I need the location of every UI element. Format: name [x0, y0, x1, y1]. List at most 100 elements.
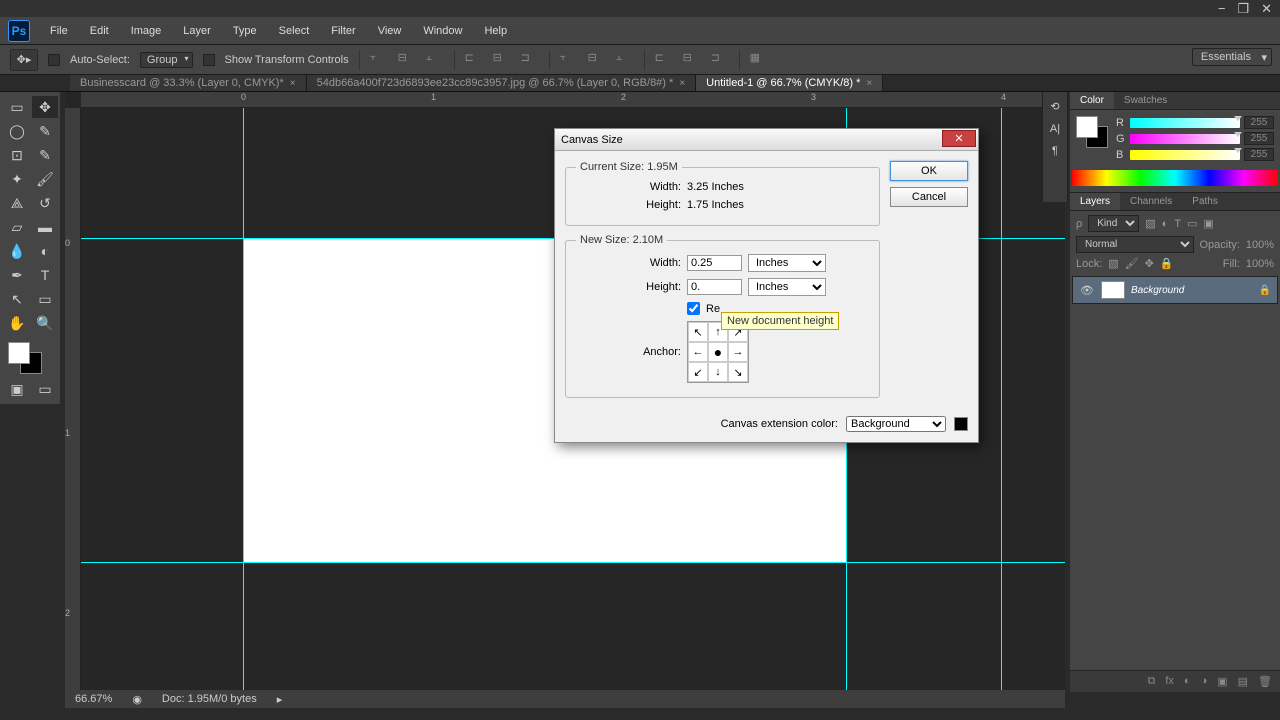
menu-image[interactable]: Image	[121, 21, 172, 41]
ruler-horizontal[interactable]: 0 1 2 3 4	[81, 92, 1065, 108]
screenmode-tool[interactable]: ▭	[32, 378, 58, 400]
tab-color[interactable]: Color	[1070, 92, 1114, 109]
width-unit-select[interactable]: Inches	[748, 254, 826, 272]
zoom-tool[interactable]: 🔍	[32, 312, 58, 334]
marquee-tool[interactable]: ▭	[4, 96, 30, 118]
minimize-icon[interactable]: −	[1218, 1, 1226, 16]
paragraph-icon[interactable]: ¶	[1052, 145, 1058, 157]
exposure-icon[interactable]: ◉	[132, 693, 142, 706]
anchor-sw[interactable]: ↙	[688, 362, 708, 382]
close-icon[interactable]: ×	[290, 78, 296, 89]
filter-smart-icon[interactable]: ▣	[1203, 217, 1213, 230]
layer-kind-filter[interactable]: Kind	[1088, 215, 1139, 232]
close-icon[interactable]: ×	[679, 78, 685, 89]
guide-vertical[interactable]	[1001, 108, 1002, 692]
shape-tool[interactable]: ▭	[32, 288, 58, 310]
lasso-tool[interactable]: ◯	[4, 120, 30, 142]
info-arrow-icon[interactable]: ▸	[277, 693, 283, 706]
fill-value[interactable]: 100%	[1246, 258, 1274, 270]
filter-shape-icon[interactable]: ▭	[1187, 217, 1197, 230]
stamp-tool[interactable]: ⟁	[4, 192, 30, 214]
eraser-tool[interactable]: ▱	[4, 216, 30, 238]
type-tool[interactable]: T	[32, 264, 58, 286]
width-input[interactable]	[687, 255, 742, 271]
adjustment-icon[interactable]: ◑	[1201, 675, 1208, 688]
color-swatches[interactable]	[4, 340, 58, 376]
tab-untitled[interactable]: Untitled-1 @ 66.7% (CMYK/8) *×	[696, 75, 883, 91]
distribute-right-icon[interactable]: ⊐	[711, 51, 729, 69]
link-layers-icon[interactable]: ⧉	[1147, 675, 1155, 688]
tab-paths[interactable]: Paths	[1182, 193, 1228, 210]
foreground-color[interactable]	[8, 342, 30, 364]
workspace-switcher[interactable]: Essentials	[1192, 48, 1272, 66]
hand-tool[interactable]: ✋	[4, 312, 30, 334]
close-icon[interactable]: ×	[866, 78, 872, 89]
group-icon[interactable]: ▣	[1217, 675, 1227, 688]
tab-swatches[interactable]: Swatches	[1114, 92, 1177, 109]
fg-swatch[interactable]	[1076, 116, 1098, 138]
auto-select-checkbox[interactable]	[48, 54, 60, 66]
brush-tool[interactable]: 🖌	[32, 168, 58, 190]
b-value[interactable]: 255	[1244, 148, 1274, 161]
path-tool[interactable]: ↖	[4, 288, 30, 310]
align-left-icon[interactable]: ⊏	[465, 51, 483, 69]
menu-select[interactable]: Select	[269, 21, 320, 41]
anchor-s[interactable]: ↓	[708, 362, 728, 382]
guide-horizontal[interactable]	[81, 562, 1065, 563]
lock-all-icon[interactable]: 🔒	[1160, 257, 1174, 270]
menu-filter[interactable]: Filter	[321, 21, 365, 41]
blur-tool[interactable]: 💧	[4, 240, 30, 262]
r-slider[interactable]	[1130, 118, 1240, 128]
zoom-level[interactable]: 66.67%	[75, 693, 112, 705]
maximize-icon[interactable]: ❐	[1237, 1, 1249, 17]
new-layer-icon[interactable]: ▤	[1238, 675, 1248, 688]
pen-tool[interactable]: ✒	[4, 264, 30, 286]
g-value[interactable]: 255	[1244, 132, 1274, 145]
character-icon[interactable]: A|	[1050, 123, 1060, 135]
ruler-vertical[interactable]: 0 1 2	[65, 108, 81, 692]
lock-position-icon[interactable]: ✥	[1145, 257, 1154, 270]
menu-layer[interactable]: Layer	[173, 21, 221, 41]
anchor-se[interactable]: ↘	[728, 362, 748, 382]
align-hcenter-icon[interactable]: ⊟	[493, 51, 511, 69]
ext-color-swatch[interactable]	[954, 417, 968, 431]
move-tool[interactable]: ✥	[32, 96, 58, 118]
align-top-icon[interactable]: ⫟	[370, 51, 388, 69]
dialog-titlebar[interactable]: Canvas Size ✕	[555, 129, 978, 151]
distribute-vcenter-icon[interactable]: ⊟	[588, 51, 606, 69]
anchor-e[interactable]: →	[728, 342, 748, 362]
mask-icon[interactable]: ◐	[1184, 675, 1191, 688]
lock-pixels-icon[interactable]: 🖌	[1125, 257, 1139, 270]
distribute-left-icon[interactable]: ⊏	[655, 51, 673, 69]
menu-edit[interactable]: Edit	[80, 21, 119, 41]
filter-type-icon[interactable]: T	[1174, 218, 1181, 230]
dialog-close-button[interactable]: ✕	[942, 130, 976, 147]
tab-businesscard[interactable]: Businesscard @ 33.3% (Layer 0, CMYK)*×	[70, 75, 307, 91]
history-icon[interactable]: ⟲	[1050, 100, 1059, 113]
close-icon[interactable]: ✕	[1261, 1, 1272, 17]
dodge-tool[interactable]: ◐	[32, 240, 58, 262]
guide-vertical[interactable]	[243, 108, 244, 692]
transform-checkbox[interactable]	[203, 54, 215, 66]
eyedropper-tool[interactable]: ✎	[32, 144, 58, 166]
tab-layers[interactable]: Layers	[1070, 193, 1120, 210]
anchor-center[interactable]: ●	[708, 342, 728, 362]
r-value[interactable]: 255	[1244, 116, 1274, 129]
menu-file[interactable]: File	[40, 21, 78, 41]
height-unit-select[interactable]: Inches	[748, 278, 826, 296]
filter-adjust-icon[interactable]: ◐	[1162, 218, 1169, 230]
gradient-tool[interactable]: ▬	[32, 216, 58, 238]
anchor-nw[interactable]: ↖	[688, 322, 708, 342]
align-vcenter-icon[interactable]: ⊟	[398, 51, 416, 69]
crop-tool[interactable]: ⊡	[4, 144, 30, 166]
auto-align-icon[interactable]: ▦	[750, 51, 768, 69]
layer-thumbnail[interactable]	[1101, 281, 1125, 299]
filter-pixel-icon[interactable]: ▧	[1145, 217, 1155, 230]
auto-select-dropdown[interactable]: Group	[140, 52, 193, 68]
blend-mode-select[interactable]: Normal	[1076, 236, 1194, 253]
tab-channels[interactable]: Channels	[1120, 193, 1182, 210]
distribute-bottom-icon[interactable]: ⫠	[616, 51, 634, 69]
doc-info[interactable]: Doc: 1.95M/0 bytes	[162, 693, 257, 705]
ok-button[interactable]: OK	[890, 161, 968, 181]
menu-help[interactable]: Help	[474, 21, 517, 41]
